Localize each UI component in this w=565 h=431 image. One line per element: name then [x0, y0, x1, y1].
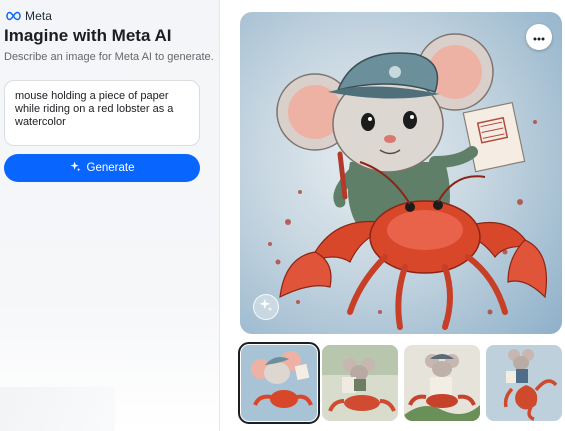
thumbnail-4[interactable] [486, 345, 562, 421]
brand-name: Meta [25, 9, 53, 23]
meta-infinity-icon [4, 11, 22, 21]
page-subtitle: Describe an image for Meta AI to generat… [4, 51, 214, 63]
ai-generated-badge [253, 294, 279, 320]
thumbnail-1[interactable] [238, 342, 320, 424]
generate-button-label: Generate [86, 162, 135, 174]
sparkle-icon [259, 298, 273, 317]
panel-footer-fade [0, 387, 115, 431]
sparkle-icon [69, 161, 81, 175]
more-options-button[interactable] [526, 24, 552, 50]
page-title: Imagine with Meta AI [4, 26, 172, 45]
generated-image[interactable] [240, 12, 562, 334]
thumbnail-3[interactable] [404, 345, 480, 421]
left-panel: Meta Imagine with Meta AI Describe an im… [0, 0, 220, 431]
brand[interactable]: Meta [4, 8, 52, 24]
more-horizontal-icon [533, 28, 545, 46]
prompt-input[interactable]: mouse holding a piece of paper while rid… [4, 80, 200, 146]
thumbnail-2[interactable] [322, 345, 398, 421]
generate-button[interactable]: Generate [4, 154, 200, 182]
